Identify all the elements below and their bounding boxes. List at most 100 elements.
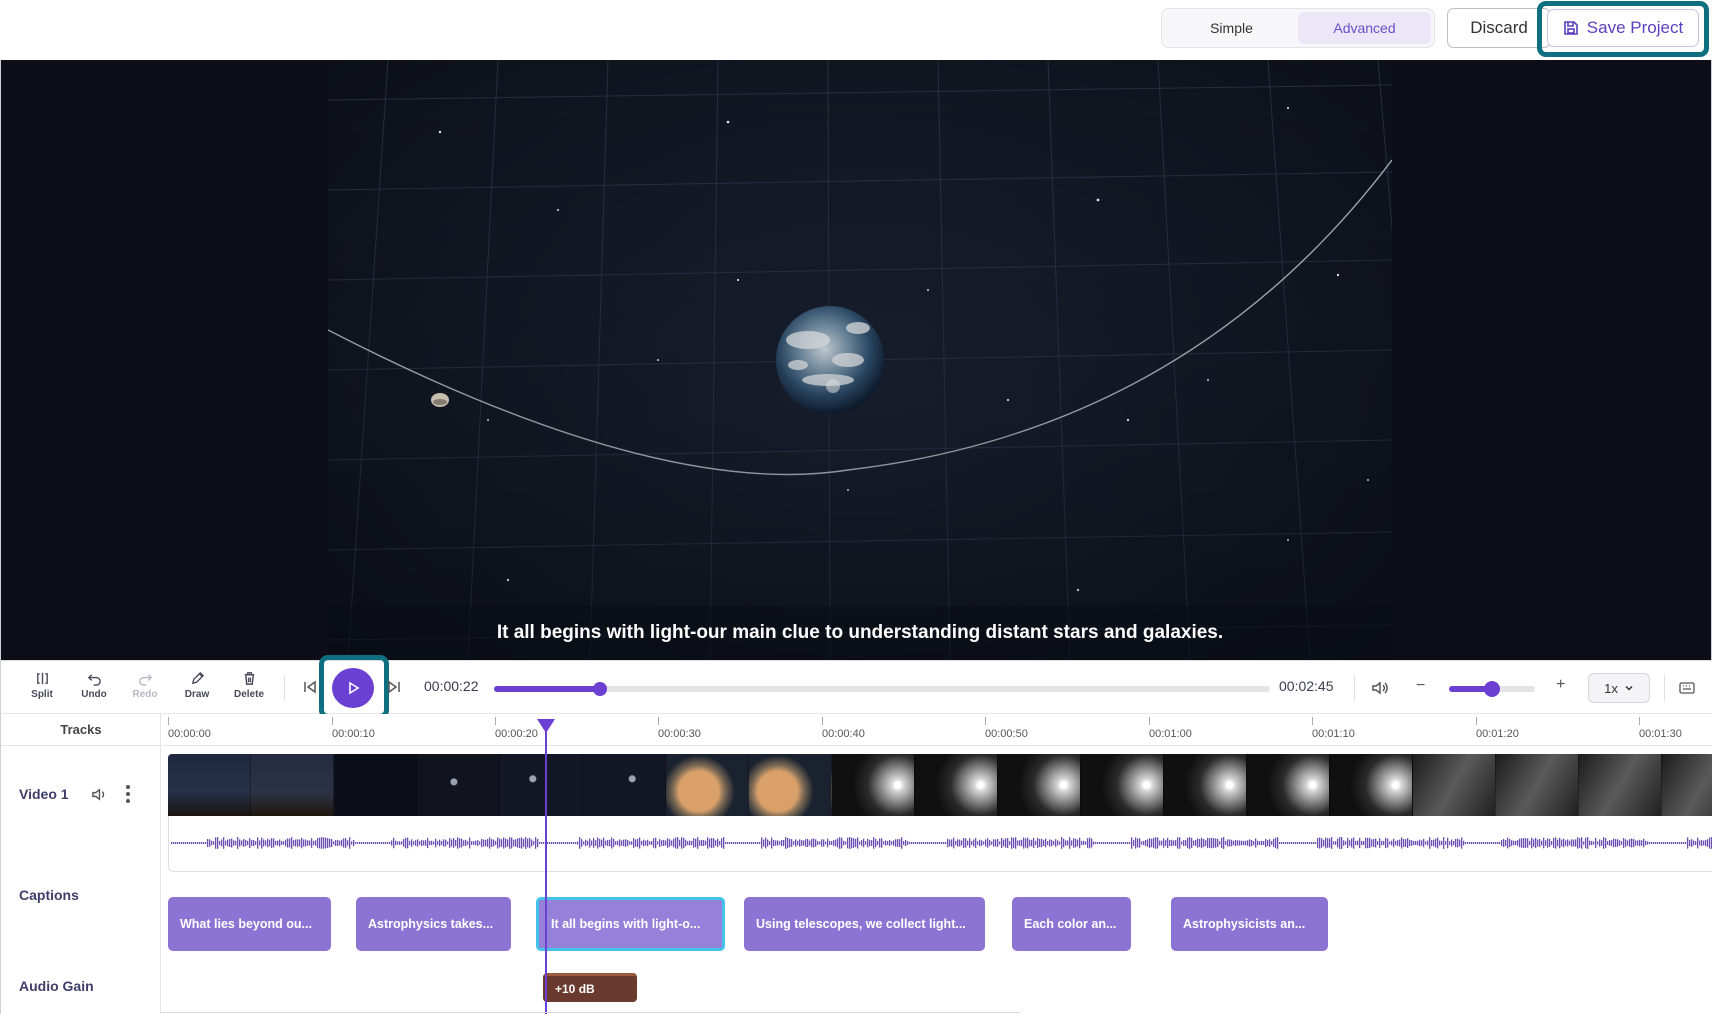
draw-label: Draw — [184, 689, 210, 700]
total-time: 00:02:45 — [1279, 678, 1334, 694]
track-volume-icon[interactable] — [91, 787, 107, 802]
toolbar-divider — [284, 675, 285, 701]
zoom-slider-handle[interactable] — [1484, 681, 1500, 697]
caption-clip[interactable]: Using telescopes, we collect light... — [744, 897, 985, 951]
video-thumbnail — [1081, 754, 1164, 816]
ruler-tick: 00:01:20 — [1476, 717, 1519, 740]
playhead-line — [545, 728, 547, 1014]
video-thumbnail — [1496, 754, 1579, 816]
video-thumbnail — [666, 754, 749, 816]
video-thumbnail — [1662, 754, 1712, 816]
ruler-tick: 00:00:10 — [332, 717, 375, 740]
video-thumbnail — [251, 754, 334, 816]
redo-tool[interactable]: Redo — [122, 671, 168, 707]
video-thumbnail — [1579, 754, 1662, 816]
track-label-captions: Captions — [19, 887, 79, 903]
ruler-tick: 00:00:30 — [658, 717, 701, 740]
redo-icon — [138, 674, 152, 686]
speed-value: 1x — [1604, 680, 1618, 696]
split-label: Split — [31, 689, 53, 700]
ruler-tick: 00:01:00 — [1149, 717, 1192, 740]
top-header: Simple Advanced Discard Save Project — [0, 0, 1712, 60]
video-frame[interactable] — [328, 60, 1392, 660]
audio-waveform[interactable] — [168, 816, 1712, 872]
time-ruler[interactable]: 00:00:00 00:00:10 00:00:20 00:00:30 00:0… — [162, 714, 1712, 746]
video-thumbnail — [1330, 754, 1413, 816]
video-thumbnail — [915, 754, 998, 816]
tracks-heading: Tracks — [1, 714, 161, 746]
ruler-tick: 00:00:40 — [822, 717, 865, 740]
track-label-audio-gain: Audio Gain — [19, 978, 94, 994]
playback-scrubber[interactable] — [494, 682, 1270, 696]
play-icon — [349, 681, 360, 695]
playback-toolbar: Split Undo Redo Draw Delete 00:00:22 00:… — [0, 655, 1712, 719]
video-thumbnail — [998, 754, 1081, 816]
delete-label: Delete — [233, 689, 264, 700]
video-thumbnail — [1164, 754, 1247, 816]
caption-clip[interactable]: Astrophysicists an... — [1171, 897, 1328, 951]
caption-text: It all begins with light-our main clue t… — [496, 622, 1224, 643]
video-clip-thumbnails[interactable] — [168, 754, 1712, 816]
play-button[interactable] — [332, 668, 374, 708]
zoom-slider[interactable] — [1449, 681, 1535, 697]
timeline-panel: Tracks Video 1 Captions Audio Gain 00:00… — [0, 714, 1712, 1014]
playback-speed-select[interactable]: 1x — [1588, 673, 1650, 703]
caption-clip[interactable]: Astrophysics takes... — [356, 897, 511, 951]
video-thumbnail — [334, 754, 417, 816]
ruler-tick: 00:00:50 — [985, 717, 1028, 740]
save-project-button[interactable]: Save Project — [1547, 9, 1699, 47]
split-icon — [36, 672, 48, 685]
timeline-bottom-divider — [161, 1012, 1021, 1013]
track-header-column: Tracks Video 1 Captions Audio Gain — [1, 714, 161, 1014]
discard-button[interactable]: Discard — [1447, 8, 1551, 48]
waveform-graphic — [171, 837, 1712, 849]
track-label-video: Video 1 — [19, 786, 69, 802]
volume-icon[interactable] — [1371, 680, 1388, 696]
pencil-icon — [191, 671, 204, 685]
skip-back-icon[interactable] — [302, 679, 318, 695]
scrubber-progress — [494, 686, 600, 692]
caption-clip[interactable]: What lies beyond ou... — [168, 897, 331, 951]
chevron-down-icon — [1625, 685, 1633, 691]
current-time: 00:00:22 — [424, 678, 479, 694]
delete-tool[interactable]: Delete — [226, 671, 272, 707]
save-project-label: Save Project — [1586, 18, 1684, 37]
video-thumbnail — [832, 754, 915, 816]
video-thumbnail — [1413, 754, 1496, 816]
track-more-icon[interactable] — [125, 784, 131, 804]
toolbar-divider — [1664, 675, 1665, 701]
space-scene — [328, 60, 1392, 660]
save-icon — [1563, 21, 1578, 35]
undo-tool[interactable]: Undo — [71, 671, 117, 707]
video-thumbnail — [583, 754, 666, 816]
mode-toggle: Simple Advanced — [1161, 8, 1435, 48]
scrubber-handle[interactable] — [592, 682, 607, 696]
caption-clip-selected[interactable]: It all begins with light-o... — [536, 897, 725, 951]
undo-label: Undo — [81, 689, 107, 700]
video-editor: { "header": { "mode_simple": "Simple", "… — [0, 0, 1712, 1014]
skip-forward-icon[interactable] — [386, 679, 402, 695]
keyboard-icon[interactable] — [1679, 681, 1695, 695]
video-thumbnail — [749, 754, 832, 816]
mode-advanced-button[interactable]: Advanced — [1298, 12, 1431, 44]
video-thumbnail — [417, 754, 500, 816]
caption-clip[interactable]: Each color an... — [1012, 897, 1131, 951]
ruler-tick: 00:00:00 — [168, 717, 211, 740]
ruler-tick: 00:00:20 — [495, 717, 538, 740]
undo-icon — [87, 674, 101, 686]
ruler-tick: 00:01:10 — [1312, 717, 1355, 740]
draw-tool[interactable]: Draw — [174, 671, 220, 707]
toolbar-divider — [1354, 675, 1355, 701]
trash-icon — [244, 672, 254, 685]
caption-overlay: It all begins with light-our main clue t… — [328, 606, 1392, 660]
mode-simple-button[interactable]: Simple — [1165, 12, 1298, 44]
video-preview-stage: It all begins with light-our main clue t… — [0, 60, 1712, 660]
video-thumbnail — [500, 754, 583, 816]
split-tool[interactable]: Split — [19, 671, 65, 707]
redo-label: Redo — [132, 689, 158, 700]
audio-gain-clip[interactable]: +10 dB — [543, 973, 637, 1002]
video-thumbnail — [168, 754, 251, 816]
zoom-in-icon[interactable]: + — [1556, 676, 1565, 694]
zoom-out-icon[interactable]: − — [1416, 677, 1425, 695]
ruler-tick: 00:01:30 — [1639, 717, 1682, 740]
